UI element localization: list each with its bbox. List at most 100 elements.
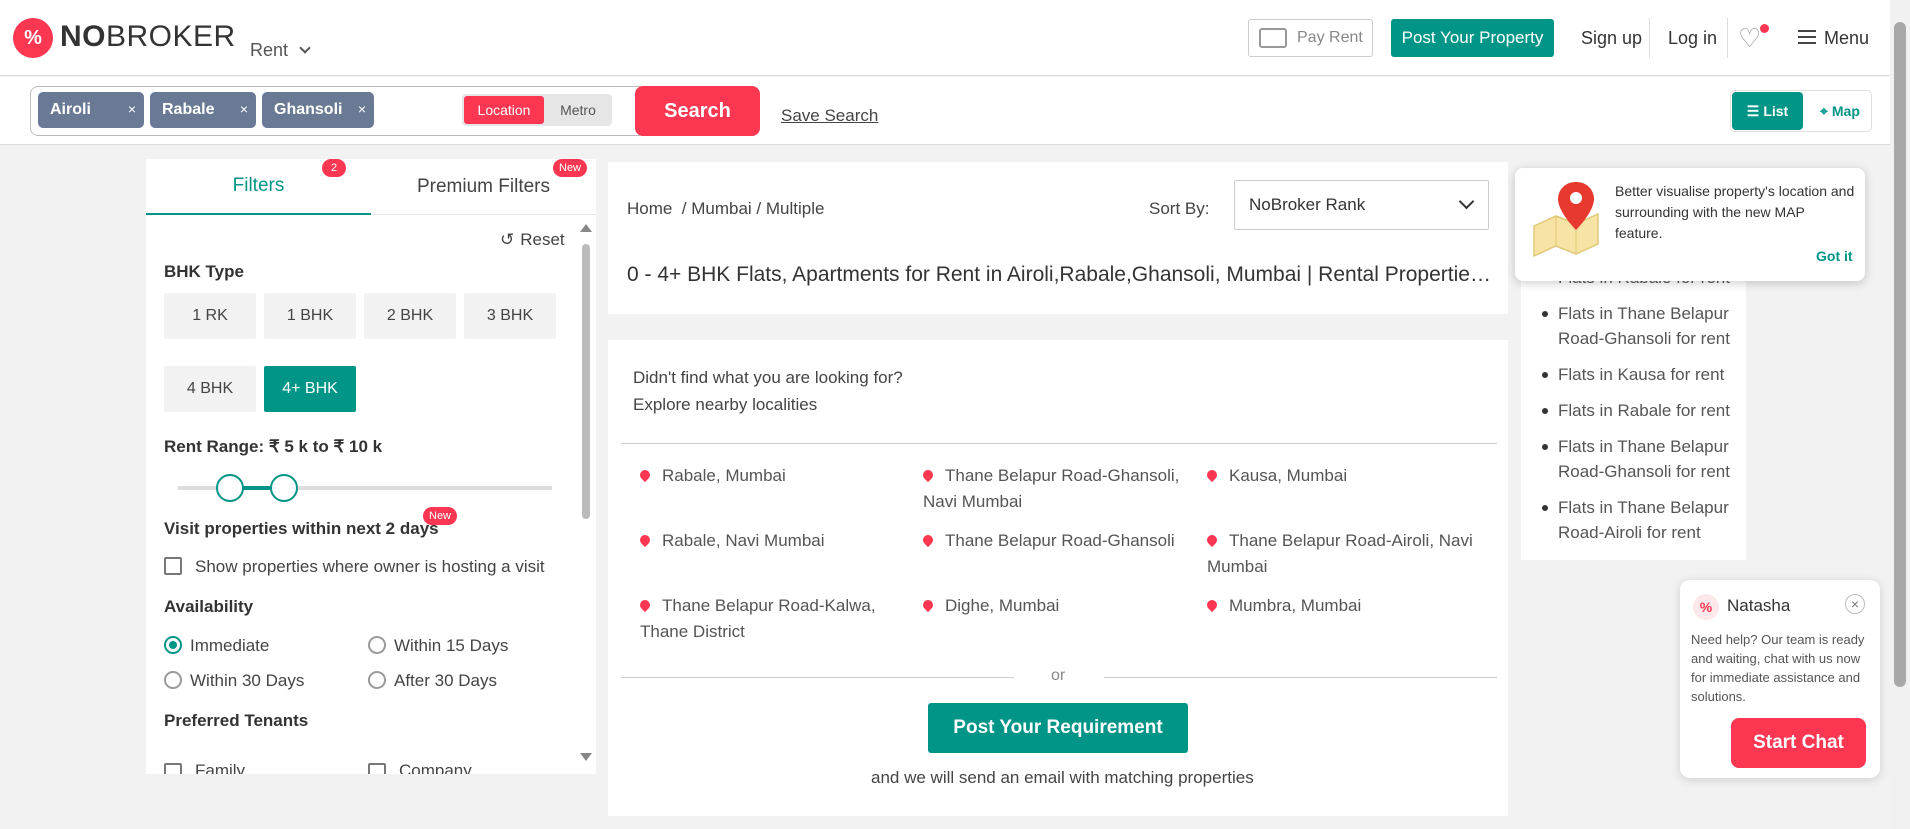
related-link[interactable]: Flats in Thane Belapur Road-Ghansoli for… [1542,301,1738,351]
map-view-button[interactable]: ⌖ Map [1820,92,1860,130]
chip-label: Airoli [50,101,91,118]
save-search-link[interactable]: Save Search [781,106,878,126]
nearby-locality-link[interactable]: Thane Belapur Road-Ghansoli, Navi Mumbai [920,463,1193,515]
breadcrumb[interactable]: Home / Mumbai / Multiple [627,199,824,219]
heart-icon[interactable]: ♡ [1738,24,1761,52]
locality-label: Rabale, Mumbai [662,466,786,485]
reset-button[interactable]: ↺ Reset [500,230,565,250]
availability-radio[interactable] [368,636,386,654]
map-pin-icon: ⌖ [1820,102,1828,119]
rent-range-min-handle[interactable] [216,474,244,502]
toggle-metro[interactable]: Metro [548,96,608,124]
divider [1104,677,1497,678]
visit-label: Visit properties within next 2 days [164,519,439,538]
owner-hosting-checkbox[interactable] [164,557,182,575]
nearby-locality-link[interactable]: Thane Belapur Road-Airoli, Navi Mumbai [1204,528,1477,580]
filters-count-badge: 2 [322,159,346,177]
related-link[interactable]: Flats in Kausa for rent [1542,362,1738,387]
hamburger-menu-icon[interactable] [1798,30,1816,44]
bhk-option-selected[interactable]: 4+ BHK [264,366,356,412]
map-pin-icon [920,597,936,613]
nearby-locality-link[interactable]: Mumbra, Mumbai [1204,593,1477,619]
email-info-text: and we will send an email with matching … [871,768,1254,787]
logo-bold: NO [60,20,106,53]
divider [621,677,1014,678]
preferred-tenants-label: Preferred Tenants [164,711,309,730]
page-scrollbar-thumb[interactable] [1894,22,1906,687]
chip-label: Ghansoli [274,101,343,118]
notification-dot [1760,24,1769,33]
nearby-locality-link[interactable]: Rabale, Mumbai [637,463,900,489]
pay-rent-button[interactable]: Pay Rent [1248,19,1373,57]
list-view-button[interactable]: ☰ List [1732,92,1803,130]
related-link[interactable]: Flats in Rabale for rent [1542,398,1738,423]
explore-nearby-text: Explore nearby localities [633,395,818,414]
toggle-location[interactable]: Location [464,96,544,124]
bhk-option[interactable]: 1 RK [164,293,256,339]
chat-message: Need help? Our team is ready and waiting… [1691,632,1865,704]
log-in-link[interactable]: Log in [1668,28,1717,49]
nobroker-logo-icon[interactable]: % [13,18,53,58]
availability-radio[interactable] [164,671,182,689]
availability-label: Availability [164,597,254,616]
close-icon[interactable]: × [128,101,136,117]
bhk-option[interactable]: 3 BHK [464,293,556,339]
rent-range-label: Rent Range: ₹ 5 k to ₹ 10 k [164,437,383,456]
availability-option-label: Within 30 Days [190,671,305,690]
map-pin-icon [1204,597,1220,613]
bhk-option[interactable]: 4 BHK [164,366,256,412]
chip-label: Rabale [162,101,215,118]
bhk-option[interactable]: 1 BHK [264,293,356,339]
locality-chip[interactable]: Airoli × [38,92,144,128]
sort-select[interactable]: NoBroker Rank [1234,180,1489,230]
nearby-locality-link[interactable]: Rabale, Navi Mumbai [637,528,900,554]
rent-dropdown[interactable]: Rent [250,40,311,61]
sort-select-value: NoBroker Rank [1249,195,1366,214]
bhk-option[interactable]: 2 BHK [364,293,456,339]
post-property-button[interactable]: Post Your Property [1391,19,1554,57]
scroll-up-arrow-icon[interactable] [580,224,592,232]
filters-scrollbar[interactable] [582,244,590,519]
locality-label: Thane Belapur Road-Airoli, Navi Mumbai [1207,531,1473,576]
map-pin-icon [920,532,936,548]
tenants-row-clipped: Family Company [146,755,582,774]
close-icon[interactable]: × [358,101,366,117]
nobroker-logo[interactable]: NOBROKER [60,20,236,54]
locality-chip[interactable]: Ghansoli × [262,92,374,128]
list-view-label: List [1763,103,1789,119]
availability-option-label: Within 15 Days [394,636,509,655]
sign-up-link[interactable]: Sign up [1581,28,1642,49]
post-requirement-button[interactable]: Post Your Requirement [928,703,1188,753]
close-icon[interactable]: × [1845,594,1865,614]
related-link[interactable]: Flats in Thane Belapur Road-Airoli for r… [1542,495,1738,545]
scroll-down-arrow-icon[interactable] [580,753,592,761]
locality-label: Dighe, Mumbai [945,596,1060,615]
nearby-locality-link[interactable]: Thane Belapur Road-Ghansoli [920,528,1193,554]
availability-radio-immediate[interactable] [164,636,182,654]
start-chat-button[interactable]: Start Chat [1731,718,1866,768]
agent-name: Natasha [1727,596,1791,615]
or-separator: or [1051,667,1066,684]
got-it-button[interactable]: Got it [1816,248,1853,264]
reset-label: Reset [520,230,565,249]
tenant-checkbox[interactable] [164,763,182,774]
not-found-text: Didn't find what you are looking for? [633,368,903,387]
search-button[interactable]: Search [635,86,760,136]
availability-radio[interactable] [368,671,386,689]
tenant-checkbox[interactable] [368,763,386,774]
nearby-locality-link[interactable]: Kausa, Mumbai [1204,463,1477,489]
nearby-locality-link[interactable]: Thane Belapur Road-Kalwa, Thane District [637,593,900,645]
locality-label: Thane Belapur Road-Ghansoli, Navi Mumbai [923,466,1180,511]
divider [1649,18,1650,58]
locality-chip[interactable]: Rabale × [150,92,256,128]
menu-button[interactable]: Menu [1824,28,1869,49]
map-illustration-icon [1533,182,1599,258]
logo-rest: BROKER [106,20,236,53]
close-icon[interactable]: × [240,101,248,117]
rent-range-max-handle[interactable] [270,474,298,502]
related-link[interactable]: Flats in Thane Belapur Road-Ghansoli for… [1542,434,1738,484]
owner-hosting-label: Show properties where owner is hosting a… [195,557,545,576]
nearby-locality-link[interactable]: Dighe, Mumbai [920,593,1193,619]
divider [1727,18,1728,58]
map-pin-icon [1204,532,1220,548]
